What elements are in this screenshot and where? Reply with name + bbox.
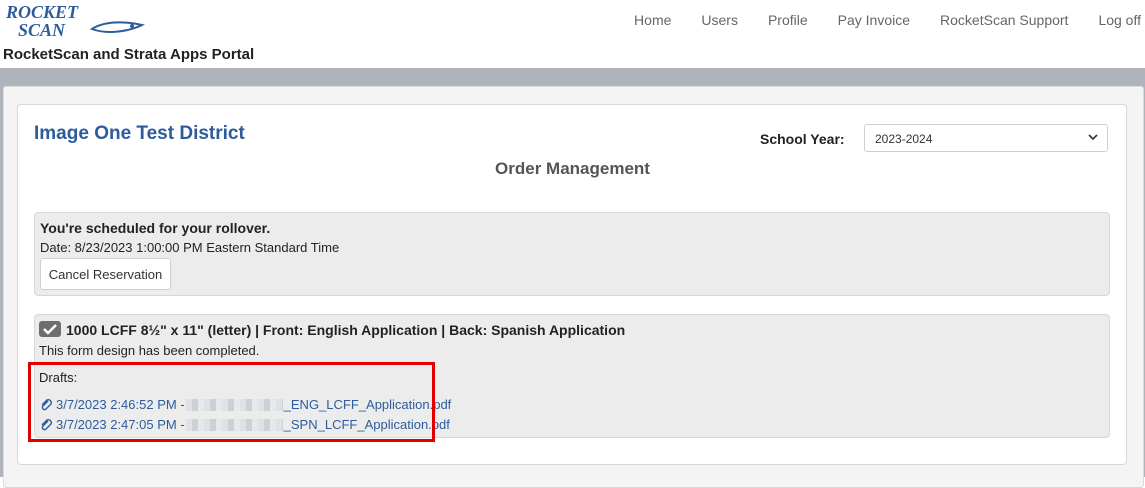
draft-link-eng[interactable]: 3/7/2023 2:46:52 PM - _ENG_LCFF_Applicat…: [39, 397, 451, 412]
form-title: 1000 LCFF 8½" x 11" (letter) | Front: En…: [66, 322, 626, 338]
main-nav: Home Users Profile Pay Invoice RocketSca…: [619, 10, 1141, 30]
rollover-notice: You're scheduled for your rollover. Date…: [34, 212, 1110, 296]
draft-link-spn[interactable]: 3/7/2023 2:47:05 PM - _SPN_LCFF_Applicat…: [39, 417, 450, 432]
district-name: Image One Test District: [34, 123, 245, 144]
draft-filename: _ENG_LCFF_Application.pdf: [283, 397, 452, 412]
cancel-reservation-button[interactable]: Cancel Reservation: [40, 258, 171, 290]
paperclip-icon: [41, 418, 52, 430]
rocket-swoosh-icon: [89, 21, 145, 33]
paperclip-icon: [41, 398, 52, 410]
redacted-name: [185, 418, 283, 431]
form-design-panel: 1000 LCFF 8½" x 11" (letter) | Front: En…: [34, 314, 1110, 438]
nav-log-off[interactable]: Log off: [1083, 10, 1141, 30]
check-icon: [39, 321, 61, 337]
top-bar: ROCKET SCAN RocketScan and Strata Apps P…: [0, 0, 1145, 68]
draft-date: 3/7/2023 2:47:05 PM -: [56, 417, 185, 432]
school-year-value: 2023-2024: [875, 132, 933, 146]
draft-filename: _SPN_LCFF_Application.pdf: [283, 417, 450, 432]
form-status: This form design has been completed.: [39, 343, 260, 358]
rollover-title: You're scheduled for your rollover.: [40, 220, 271, 236]
nav-rocketscan-support[interactable]: RocketScan Support: [925, 10, 1083, 30]
rocketscan-logo: ROCKET SCAN: [5, 3, 145, 39]
logo-text-bottom: SCAN: [18, 20, 66, 39]
order-management-title: Order Management: [495, 159, 650, 178]
school-year-select[interactable]: 2023-2024: [864, 124, 1108, 152]
school-year-label: School Year:: [760, 131, 845, 147]
nav-profile[interactable]: Profile: [753, 10, 823, 30]
redacted-name: [185, 398, 283, 411]
draft-date: 3/7/2023 2:46:52 PM -: [56, 397, 185, 412]
chevron-down-icon: [1088, 134, 1098, 141]
drafts-label: Drafts:: [39, 370, 78, 385]
nav-home[interactable]: Home: [619, 10, 686, 30]
nav-pay-invoice[interactable]: Pay Invoice: [823, 10, 925, 30]
portal-title: RocketScan and Strata Apps Portal: [3, 46, 255, 63]
nav-users[interactable]: Users: [686, 10, 753, 30]
rollover-date: Date: 8/23/2023 1:00:00 PM Eastern Stand…: [40, 240, 340, 255]
